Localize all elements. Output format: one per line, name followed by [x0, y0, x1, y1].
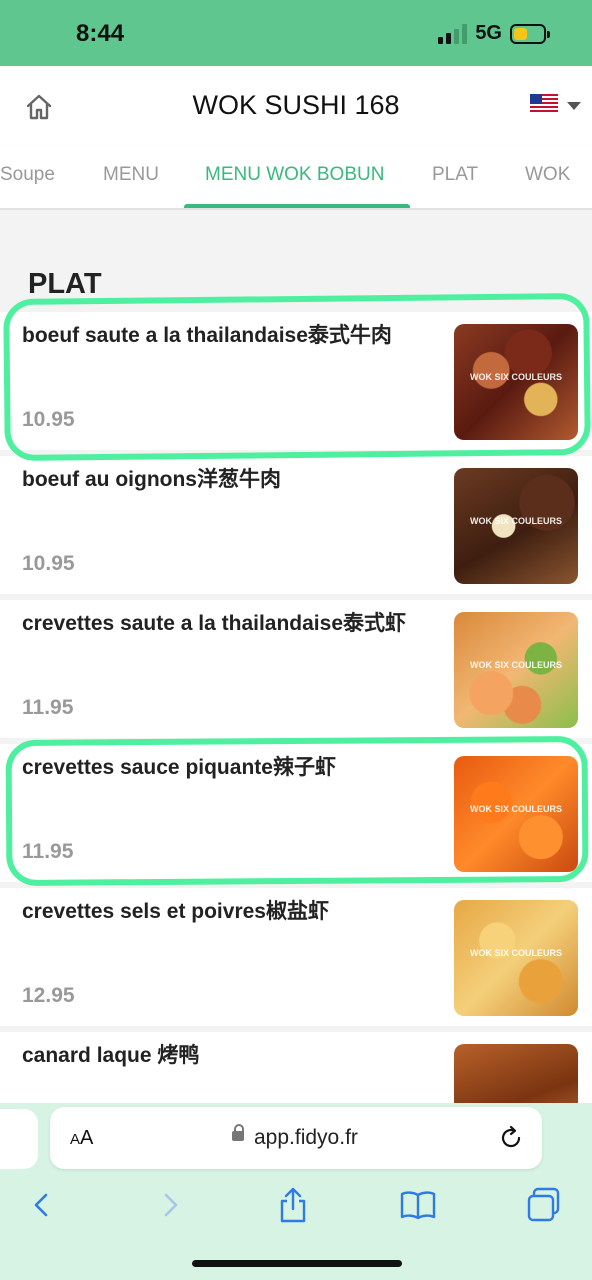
item-image[interactable]: WOK SIX COULEURS	[454, 756, 578, 872]
app-header: WOK SUSHI 168	[0, 66, 592, 146]
category-tabs: Soupe MENU MENU WOK BOBUN PLAT WOK	[0, 146, 592, 210]
item-name: boeuf saute a la thailandaise泰式牛肉	[22, 324, 392, 347]
item-name: crevettes saute a la thailandaise泰式虾	[22, 612, 406, 635]
us-flag-icon[interactable]	[530, 94, 558, 114]
bookmarks-icon[interactable]	[398, 1185, 438, 1225]
item-name: crevettes sauce piquante辣子虾	[22, 756, 336, 779]
back-icon[interactable]	[22, 1185, 62, 1225]
list-item[interactable]: crevettes sels et poivres椒盐虾 12.95 WOK S…	[0, 888, 592, 1026]
reload-icon[interactable]	[498, 1125, 524, 1151]
section-title: PLAT	[28, 268, 102, 300]
tab-menu[interactable]: MENU	[103, 164, 159, 186]
item-price: 12.95	[22, 984, 75, 1007]
tab-menu-wok-bobun[interactable]: MENU WOK BOBUN	[205, 164, 384, 186]
status-indicators: 5G	[438, 22, 550, 45]
browser-toolbar	[0, 1175, 592, 1280]
item-image[interactable]: WOK SIX COULEURS	[454, 612, 578, 728]
url-text: app.fidyo.fr	[254, 1126, 358, 1149]
tab-plat[interactable]: PLAT	[432, 164, 478, 186]
address-bar[interactable]: AA app.fidyo.fr	[50, 1107, 542, 1169]
list-item[interactable]: crevettes saute a la thailandaise泰式虾 11.…	[0, 600, 592, 738]
image-watermark: WOK SIX COULEURS	[469, 804, 562, 814]
image-watermark: WOK SIX COULEURS	[469, 660, 562, 670]
list-item[interactable]: crevettes sauce piquante辣子虾 11.95 WOK SI…	[0, 744, 592, 882]
battery-level	[514, 27, 527, 40]
language-dropdown-icon[interactable]	[567, 102, 581, 110]
status-bar: 8:44 5G	[0, 0, 592, 66]
signal-icon	[438, 23, 468, 44]
item-name: boeuf au oignons洋葱牛肉	[22, 468, 281, 491]
tab-wok[interactable]: WOK	[525, 164, 570, 186]
item-image[interactable]	[454, 1044, 578, 1103]
text-size-button[interactable]: AA	[70, 1127, 93, 1150]
list-item[interactable]: boeuf saute a la thailandaise泰式牛肉 10.95 …	[0, 312, 592, 450]
list-item[interactable]: boeuf au oignons洋葱牛肉 10.95 WOK SIX COULE…	[0, 456, 592, 594]
item-name: crevettes sels et poivres椒盐虾	[22, 900, 329, 923]
share-icon[interactable]	[273, 1185, 313, 1225]
item-image[interactable]: WOK SIX COULEURS	[454, 900, 578, 1016]
battery-icon	[510, 23, 550, 44]
item-price: 11.95	[22, 696, 74, 719]
item-name: canard laque 烤鸭	[22, 1044, 200, 1067]
tabs-icon[interactable]	[524, 1185, 564, 1225]
lock-icon	[232, 1124, 244, 1141]
menu-content: PLAT boeuf saute a la thailandaise泰式牛肉 1…	[0, 210, 592, 1103]
page-title: WOK SUSHI 168	[192, 90, 400, 120]
item-image[interactable]: WOK SIX COULEURS	[454, 468, 578, 584]
image-watermark: WOK SIX COULEURS	[469, 948, 562, 958]
previous-tab-preview[interactable]	[0, 1109, 38, 1169]
status-time: 8:44	[76, 20, 125, 47]
item-price: 11.95	[22, 840, 74, 863]
tab-soupe[interactable]: Soupe	[0, 164, 55, 186]
browser-address-area: AA app.fidyo.fr	[0, 1103, 592, 1175]
network-type: 5G	[475, 22, 502, 44]
list-item[interactable]: canard laque 烤鸭	[0, 1032, 592, 1103]
item-price: 10.95	[22, 552, 75, 575]
image-watermark: WOK SIX COULEURS	[469, 372, 562, 382]
forward-icon[interactable]	[150, 1185, 190, 1225]
item-image[interactable]: WOK SIX COULEURS	[454, 324, 578, 440]
home-indicator	[192, 1260, 402, 1267]
image-watermark: WOK SIX COULEURS	[469, 516, 562, 526]
item-price: 10.95	[22, 408, 75, 431]
